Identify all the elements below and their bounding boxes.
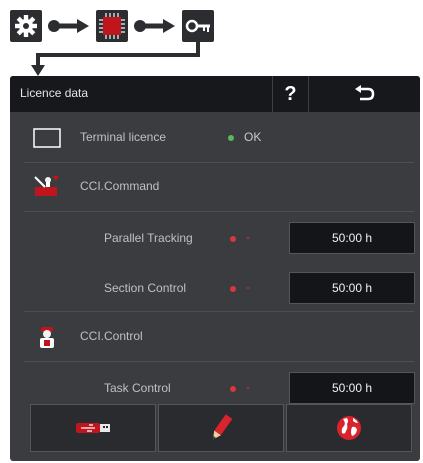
task-control-status: - xyxy=(246,380,250,394)
terminal-licence-row: Terminal licence OK xyxy=(24,114,414,163)
terminal-licence-status: OK xyxy=(244,130,262,144)
cci-command-label: CCI.Command xyxy=(80,179,160,193)
arrow-right-icon xyxy=(48,19,89,33)
bottom-toolbar xyxy=(10,404,420,461)
usb-button[interactable] xyxy=(30,404,156,452)
cci-command-header: CCI.Command xyxy=(24,163,414,212)
parallel-tracking-value[interactable]: 50:00 h xyxy=(289,222,415,254)
status-dot-green xyxy=(228,135,234,141)
pencil-icon xyxy=(212,414,233,440)
section-control-value[interactable]: 50:00 h xyxy=(289,272,415,304)
terminal-icon xyxy=(33,128,61,148)
key-icon xyxy=(182,10,214,42)
back-arrow-icon xyxy=(355,85,375,101)
task-control-value[interactable]: 50:00 h xyxy=(289,372,415,404)
back-button[interactable] xyxy=(308,76,420,112)
page-title: Licence data xyxy=(20,86,89,100)
cci-control-label: CCI.Control xyxy=(80,329,143,343)
usb-icon xyxy=(76,423,110,433)
chip-icon xyxy=(96,10,128,42)
language-button[interactable] xyxy=(286,404,412,452)
title-bar: Licence data ? xyxy=(10,76,420,112)
section-control-row: Section Control - 50:00 h xyxy=(24,263,415,312)
status-dot-red xyxy=(230,386,236,392)
navigation-path xyxy=(0,0,423,80)
help-label: ? xyxy=(284,82,297,105)
help-button[interactable]: ? xyxy=(272,76,308,112)
parallel-tracking-label: Parallel Tracking xyxy=(104,231,193,245)
section-control-label: Section Control xyxy=(104,281,187,295)
arrow-right-icon xyxy=(134,19,175,33)
parallel-tracking-row: Parallel Tracking - 50:00 h xyxy=(24,213,415,261)
task-control-label: Task Control xyxy=(104,381,171,395)
cci-control-header: CCI.Control xyxy=(24,313,414,362)
licence-data-screen: Licence data ? Terminal licence OK CCI.C… xyxy=(10,76,420,461)
status-dot-red xyxy=(230,236,236,242)
settings-icon xyxy=(10,10,42,42)
connector-line xyxy=(31,42,200,76)
status-dot-red xyxy=(230,286,236,292)
globe-icon xyxy=(337,416,361,440)
cci-control-icon xyxy=(40,327,54,348)
cci-command-icon xyxy=(34,176,59,196)
section-control-status: - xyxy=(246,280,250,294)
parallel-tracking-status: - xyxy=(246,230,250,244)
terminal-licence-label: Terminal licence xyxy=(80,130,167,144)
edit-button[interactable] xyxy=(158,404,284,452)
